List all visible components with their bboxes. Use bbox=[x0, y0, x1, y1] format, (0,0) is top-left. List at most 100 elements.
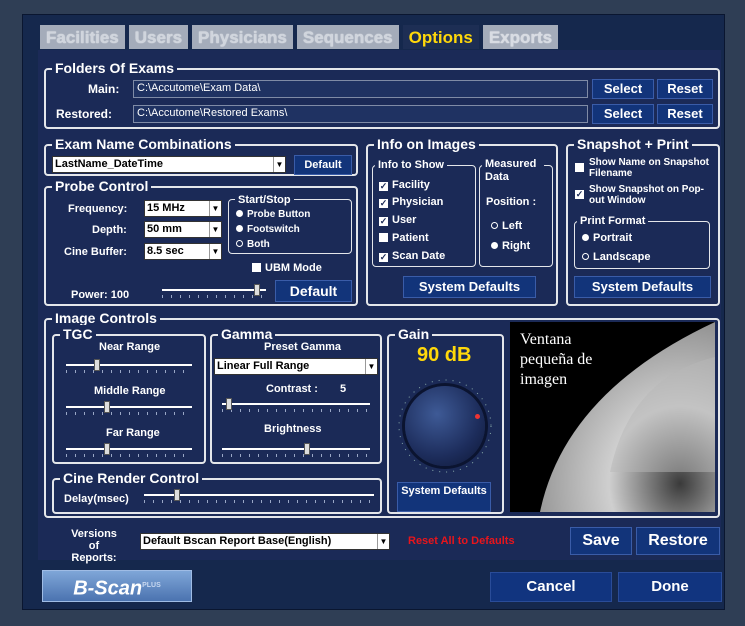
checkmark-icon: ✓ bbox=[379, 216, 388, 226]
tab-options[interactable]: Options bbox=[402, 25, 479, 49]
delay-slider[interactable] bbox=[144, 489, 374, 505]
power-slider[interactable] bbox=[162, 284, 266, 300]
exam-name-default-button[interactable]: Default bbox=[294, 155, 352, 175]
user-label: User bbox=[392, 214, 417, 226]
save-button[interactable]: Save bbox=[570, 527, 632, 555]
main-label: Main: bbox=[88, 82, 120, 96]
restored-folder-field[interactable]: C:\Accutome\Restored Exams\ bbox=[133, 105, 588, 123]
cine-buffer-value: 8.5 sec bbox=[147, 245, 184, 257]
report-version-value: Default Bscan Report Base(English) bbox=[143, 535, 332, 547]
restore-button[interactable]: Restore bbox=[636, 527, 720, 555]
radio-on-icon bbox=[491, 242, 498, 249]
far-range-slider[interactable] bbox=[66, 443, 192, 459]
info-system-defaults-button[interactable]: System Defaults bbox=[403, 276, 536, 298]
preset-gamma-label: Preset Gamma bbox=[264, 341, 342, 353]
chevron-down-icon: ▼ bbox=[377, 534, 389, 549]
right-radio[interactable]: Right bbox=[491, 240, 530, 253]
show-snapshot-checkbox[interactable]: ✓ Show Snapshot on Pop-out Window bbox=[575, 184, 715, 206]
probe-button-radio[interactable]: Probe Button bbox=[236, 208, 310, 221]
done-button[interactable]: Done bbox=[618, 572, 722, 602]
tab-users[interactable]: Users bbox=[128, 25, 189, 49]
tgc-title: TGC bbox=[60, 325, 96, 343]
facility-checkbox[interactable]: ✓ Facility bbox=[379, 179, 430, 192]
tab-physicians[interactable]: Physicians bbox=[192, 25, 293, 49]
logo-text: B-Scan bbox=[73, 577, 143, 600]
restored-label: Restored: bbox=[56, 107, 113, 121]
radio-off-icon bbox=[236, 240, 243, 247]
brightness-thumb[interactable] bbox=[304, 443, 310, 455]
near-range-slider[interactable] bbox=[66, 359, 192, 375]
folders-title: Folders Of Exams bbox=[52, 59, 178, 77]
info-to-show-title: Info to Show bbox=[375, 158, 447, 172]
delay-thumb[interactable] bbox=[174, 489, 180, 501]
near-range-label: Near Range bbox=[99, 341, 161, 353]
restored-reset-button[interactable]: Reset bbox=[657, 104, 713, 124]
scan-date-checkbox[interactable]: ✓ Scan Date bbox=[379, 250, 445, 263]
snapshot-system-defaults-button[interactable]: System Defaults bbox=[574, 276, 711, 298]
middle-range-thumb[interactable] bbox=[104, 401, 110, 413]
report-version-dropdown[interactable]: Default Bscan Report Base(English) ▼ bbox=[140, 533, 390, 550]
near-range-thumb[interactable] bbox=[94, 359, 100, 371]
contrast-thumb[interactable] bbox=[226, 398, 232, 410]
frequency-label: Frequency: bbox=[68, 203, 128, 215]
gain-knob[interactable] bbox=[405, 386, 485, 466]
footswitch-radio[interactable]: Footswitch bbox=[236, 223, 300, 236]
exam-name-value: LastName_DateTime bbox=[55, 158, 164, 170]
tab-exports[interactable]: Exports bbox=[482, 25, 559, 49]
portrait-radio[interactable]: Portrait bbox=[582, 232, 632, 245]
frequency-dropdown[interactable]: 15 MHz ▼ bbox=[144, 200, 222, 217]
user-checkbox[interactable]: ✓ User bbox=[379, 214, 416, 227]
main-reset-button[interactable]: Reset bbox=[657, 79, 713, 99]
image-system-defaults-button[interactable]: System Defaults bbox=[397, 482, 491, 512]
preset-gamma-dropdown[interactable]: Linear Full Range ▼ bbox=[214, 358, 378, 375]
main-select-button[interactable]: Select bbox=[592, 79, 654, 99]
middle-range-slider[interactable] bbox=[66, 401, 192, 417]
start-stop-title: Start/Stop bbox=[235, 193, 294, 207]
patient-label: Patient bbox=[392, 232, 429, 244]
tab-sequences[interactable]: Sequences bbox=[296, 25, 399, 49]
radio-on-icon bbox=[236, 210, 243, 217]
power-slider-thumb[interactable] bbox=[254, 284, 260, 296]
checkbox-icon bbox=[379, 233, 388, 242]
left-label: Left bbox=[502, 220, 523, 232]
tab-facilities[interactable]: Facilities bbox=[40, 25, 125, 49]
brightness-slider[interactable] bbox=[222, 443, 370, 459]
patient-checkbox[interactable]: Patient bbox=[379, 232, 429, 245]
versions-label: Versions of Reports: bbox=[71, 528, 117, 564]
reset-all-link[interactable]: Reset All to Defaults bbox=[408, 535, 515, 547]
cancel-button[interactable]: Cancel bbox=[490, 572, 612, 602]
chevron-down-icon: ▼ bbox=[365, 359, 377, 374]
left-radio[interactable]: Left bbox=[491, 220, 522, 233]
gain-title: Gain bbox=[395, 325, 433, 343]
cine-buffer-label: Cine Buffer: bbox=[64, 246, 127, 258]
restored-select-button[interactable]: Select bbox=[592, 104, 654, 124]
physician-checkbox[interactable]: ✓ Physician bbox=[379, 196, 443, 209]
contrast-slider[interactable] bbox=[222, 398, 370, 414]
cine-buffer-dropdown[interactable]: 8.5 sec ▼ bbox=[144, 243, 222, 260]
image-preview-window: Ventana pequeña de imagen bbox=[510, 322, 715, 512]
main-folder-field[interactable]: C:\Accutome\Exam Data\ bbox=[133, 80, 588, 98]
depth-label: Depth: bbox=[92, 224, 127, 236]
chevron-down-icon: ▼ bbox=[209, 244, 221, 259]
far-range-thumb[interactable] bbox=[104, 443, 110, 455]
right-label: Right bbox=[502, 240, 531, 252]
info-on-images-title: Info on Images bbox=[374, 135, 479, 153]
depth-dropdown[interactable]: 50 mm ▼ bbox=[144, 221, 222, 238]
checkmark-icon: ✓ bbox=[379, 181, 388, 191]
probe-default-button[interactable]: Default bbox=[275, 280, 352, 302]
exam-name-dropdown[interactable]: LastName_DateTime ▼ bbox=[52, 156, 286, 173]
ubm-mode-checkbox[interactable]: UBM Mode bbox=[252, 262, 322, 275]
measured-data-title: Measured Data bbox=[482, 158, 544, 184]
footswitch-label: Footswitch bbox=[247, 224, 300, 235]
far-range-label: Far Range bbox=[106, 427, 160, 439]
checkmark-icon: ✓ bbox=[575, 189, 584, 199]
depth-value: 50 mm bbox=[147, 223, 182, 235]
checkbox-icon bbox=[575, 163, 584, 172]
tab-bar: Facilities Users Physicians Sequences Op… bbox=[40, 25, 559, 51]
frequency-value: 15 MHz bbox=[147, 202, 185, 214]
landscape-radio[interactable]: Landscape bbox=[582, 251, 650, 264]
both-radio[interactable]: Both bbox=[236, 238, 270, 251]
chevron-down-icon: ▼ bbox=[273, 157, 285, 172]
show-name-checkbox[interactable]: Show Name on Snapshot Filename bbox=[575, 157, 715, 179]
middle-range-label: Middle Range bbox=[94, 385, 166, 397]
